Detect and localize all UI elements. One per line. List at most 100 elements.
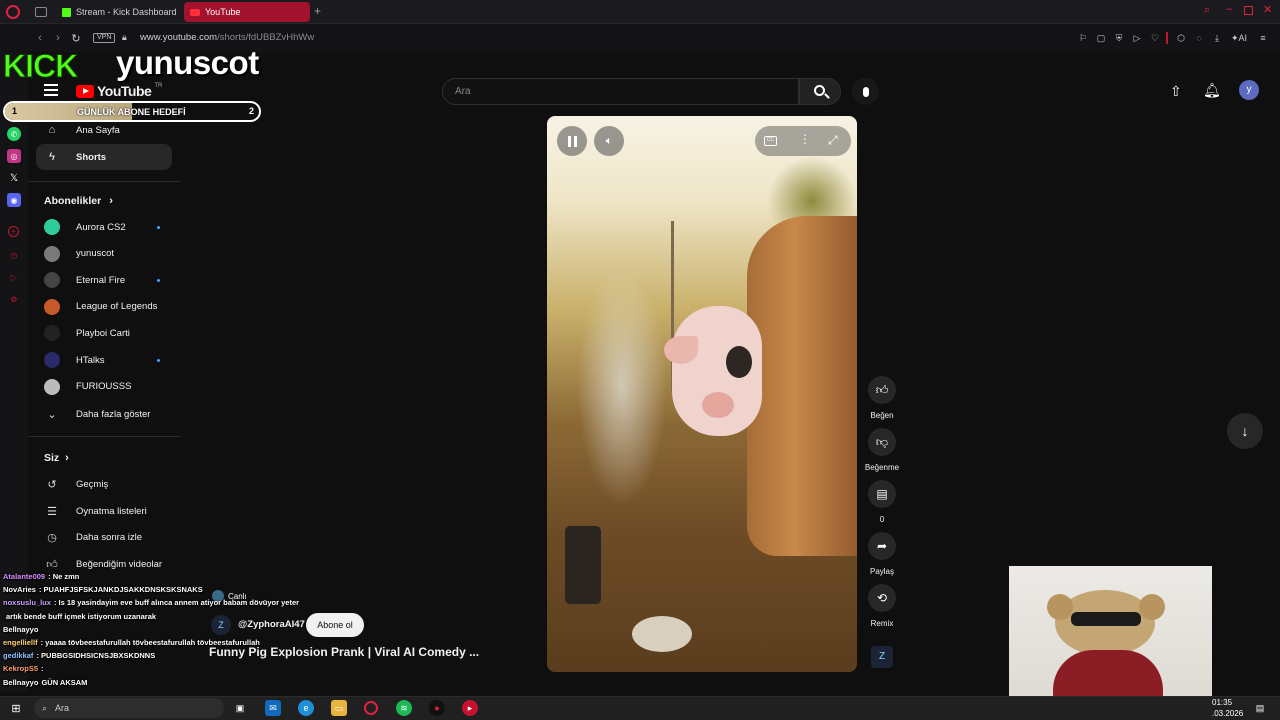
spotify-icon[interactable]: ≋ bbox=[396, 700, 412, 716]
sidebar-item-shorts[interactable]: ϟ Shorts bbox=[36, 144, 172, 170]
extensions-icon[interactable]: ⬡ bbox=[1174, 31, 1188, 45]
history-icon[interactable]: ◷ bbox=[7, 248, 21, 262]
sidebar-item-subscription[interactable]: FURIOUSSS bbox=[36, 374, 172, 400]
sidebar-item-label: Aurora CS2 bbox=[76, 221, 126, 233]
back-icon[interactable]: ‹ bbox=[32, 30, 48, 46]
settings-gear-icon[interactable]: ⚙ bbox=[7, 292, 21, 306]
sidebar-item-subscription[interactable]: League of Legends bbox=[36, 294, 172, 320]
vpn-badge[interactable]: VPN bbox=[93, 33, 116, 43]
youtube-logo[interactable]: YouTube TR bbox=[76, 83, 162, 99]
chat-text: : bbox=[41, 664, 44, 674]
youtube-favicon-icon bbox=[190, 8, 200, 16]
bookmark-icon[interactable]: ⚐ bbox=[1076, 31, 1090, 45]
minimize-window-icon[interactable]: – bbox=[1226, 3, 1232, 15]
download-icon[interactable]: ⤓ bbox=[1210, 31, 1224, 45]
sidebar-item-watch-later[interactable]: ◷ Daha sonra izle bbox=[36, 524, 172, 550]
notification-center-icon[interactable]: ▤ bbox=[1252, 700, 1268, 716]
channel-avatar[interactable]: Z bbox=[211, 615, 231, 635]
video-pig-eye-patch bbox=[726, 346, 752, 378]
sidebar-item-label: Beğendiğim videolar bbox=[76, 558, 163, 570]
tab-youtube[interactable]: YouTube bbox=[184, 2, 310, 22]
sidebar-item-label: Daha sonra izle bbox=[76, 531, 143, 543]
lock-icon[interactable]: 🔒︎ bbox=[122, 32, 127, 43]
sidebar-item-subscription[interactable]: yunuscot bbox=[36, 241, 172, 267]
aria-ai-button[interactable]: ✦ AI bbox=[1228, 31, 1250, 45]
chat-username: Bellnayyo bbox=[3, 677, 39, 687]
reload-icon[interactable]: ↻ bbox=[68, 30, 84, 46]
new-tab-plus-icon[interactable]: + bbox=[314, 4, 321, 18]
whatsapp-icon[interactable]: ✆ bbox=[7, 127, 21, 141]
account-avatar[interactable]: y bbox=[1239, 80, 1259, 100]
captions-icon[interactable]: CC bbox=[764, 136, 777, 146]
like-button[interactable]: 👍︎ bbox=[868, 376, 896, 404]
show-more-button[interactable]: ⌄ Daha fazla göster bbox=[36, 401, 172, 427]
notifications-bell-icon[interactable]: 🔔︎ bbox=[1203, 82, 1221, 99]
thumbs-down-icon: 👎︎ bbox=[875, 434, 889, 449]
sidebar-item-playlists[interactable]: ☰ Oynatma listeleri bbox=[36, 498, 172, 524]
search-button[interactable] bbox=[799, 78, 841, 105]
maximize-window-icon[interactable] bbox=[1244, 6, 1253, 15]
short-title[interactable]: Funny Pig Explosion Prank | Viral AI Com… bbox=[209, 645, 479, 659]
close-window-icon[interactable]: ✕ bbox=[1263, 3, 1272, 16]
subscriptions-header[interactable]: Abonelikler › bbox=[44, 188, 180, 214]
instagram-icon[interactable]: ◎ bbox=[7, 149, 21, 163]
player-icon[interactable]: ▷ bbox=[1130, 31, 1144, 45]
player-sidebar-icon[interactable]: ▷ bbox=[7, 270, 21, 284]
video-firecracker bbox=[565, 526, 601, 604]
chat-text: : Ne zmn bbox=[48, 572, 80, 581]
opera-logo-icon[interactable] bbox=[6, 5, 20, 19]
snapshot-icon[interactable]: ▢ bbox=[1094, 31, 1108, 45]
subscribe-button[interactable]: Abone ol bbox=[306, 613, 364, 637]
dislike-button[interactable]: 👎︎ bbox=[868, 428, 896, 456]
search-tabs-icon[interactable]: ⌕ bbox=[1204, 4, 1210, 17]
opera-taskbar-icon[interactable] bbox=[364, 701, 378, 715]
channel-handle[interactable]: @ZyphoraAI47 bbox=[238, 619, 305, 630]
url-field[interactable]: www.youtube.com/shorts/fdUBBZvHhWw bbox=[140, 32, 314, 43]
webcam-bear-ear-right bbox=[1139, 594, 1165, 620]
upload-icon[interactable]: ⇧ bbox=[1170, 83, 1182, 100]
sidebar-item-subscription[interactable]: Eternal Fire bbox=[36, 267, 172, 293]
adblock-shield-icon[interactable]: ⛨ bbox=[1112, 31, 1126, 45]
sidebar-item-subscription[interactable]: Aurora CS2 bbox=[36, 214, 172, 240]
browser-menu-icon[interactable]: ≡ bbox=[1256, 31, 1270, 45]
sidebar-item-label: Ana Sayfa bbox=[76, 124, 120, 136]
outlook-icon[interactable]: ✉ bbox=[265, 700, 281, 716]
fullscreen-icon[interactable]: ⤢ bbox=[828, 133, 838, 148]
sound-thumbnail[interactable]: Z bbox=[871, 646, 893, 668]
pause-button[interactable] bbox=[557, 126, 587, 156]
search-input[interactable]: Ara bbox=[442, 78, 799, 105]
hamburger-menu-icon[interactable] bbox=[44, 84, 58, 96]
tab-overview-icon[interactable] bbox=[35, 7, 47, 17]
volume-button[interactable]: 🔈︎ bbox=[594, 126, 624, 156]
new-content-dot bbox=[157, 279, 160, 283]
chat-username: engelliellf bbox=[3, 638, 38, 647]
you-header[interactable]: Siz › bbox=[44, 445, 180, 471]
video-pig-head bbox=[664, 306, 762, 436]
sidebar-add-icon[interactable]: + bbox=[8, 226, 19, 237]
sidebar-item-history[interactable]: ↺ Geçmiş bbox=[36, 471, 172, 497]
edge-icon[interactable]: e bbox=[298, 700, 314, 716]
shorts-video-player[interactable]: 🔈︎ CC ⋮ ⤢ bbox=[547, 116, 857, 672]
sidebar-item-subscription[interactable]: HTalks bbox=[36, 347, 172, 373]
sidebar-item-subscription[interactable]: Playboi Carti bbox=[36, 320, 172, 346]
app-icon[interactable]: ● bbox=[429, 700, 445, 716]
tab-kick-dashboard[interactable]: Stream - Kick Dashboard bbox=[56, 2, 180, 22]
task-view-icon[interactable]: ▣ bbox=[232, 700, 248, 716]
comments-button[interactable]: ▤ bbox=[868, 480, 896, 508]
taskbar-clock[interactable]: 01:35 .03.2026 bbox=[1212, 697, 1243, 719]
more-options-icon[interactable]: ⋮ bbox=[799, 132, 811, 146]
heart-icon[interactable]: ♡ bbox=[1148, 31, 1162, 45]
next-short-button[interactable]: ↓ bbox=[1227, 413, 1263, 449]
voice-search-button[interactable] bbox=[852, 78, 879, 105]
share-button[interactable]: ➦ bbox=[868, 532, 896, 560]
start-windows-icon[interactable]: ⊞ bbox=[8, 700, 24, 716]
remix-button[interactable]: ⟲ bbox=[868, 584, 896, 612]
forward-icon[interactable]: › bbox=[50, 30, 66, 46]
thumbs-up-icon: 👍︎ bbox=[46, 558, 58, 571]
taskbar-search-box[interactable]: ⌕ Ara bbox=[34, 698, 224, 718]
x-twitter-icon[interactable]: 𝕏 bbox=[7, 171, 21, 185]
easy-setup-icon[interactable]: ◌ bbox=[1192, 31, 1206, 45]
file-explorer-icon[interactable]: ▭ bbox=[331, 700, 347, 716]
discord-icon[interactable]: ◉ bbox=[7, 193, 21, 207]
media-app-icon[interactable]: ▸ bbox=[462, 700, 478, 716]
